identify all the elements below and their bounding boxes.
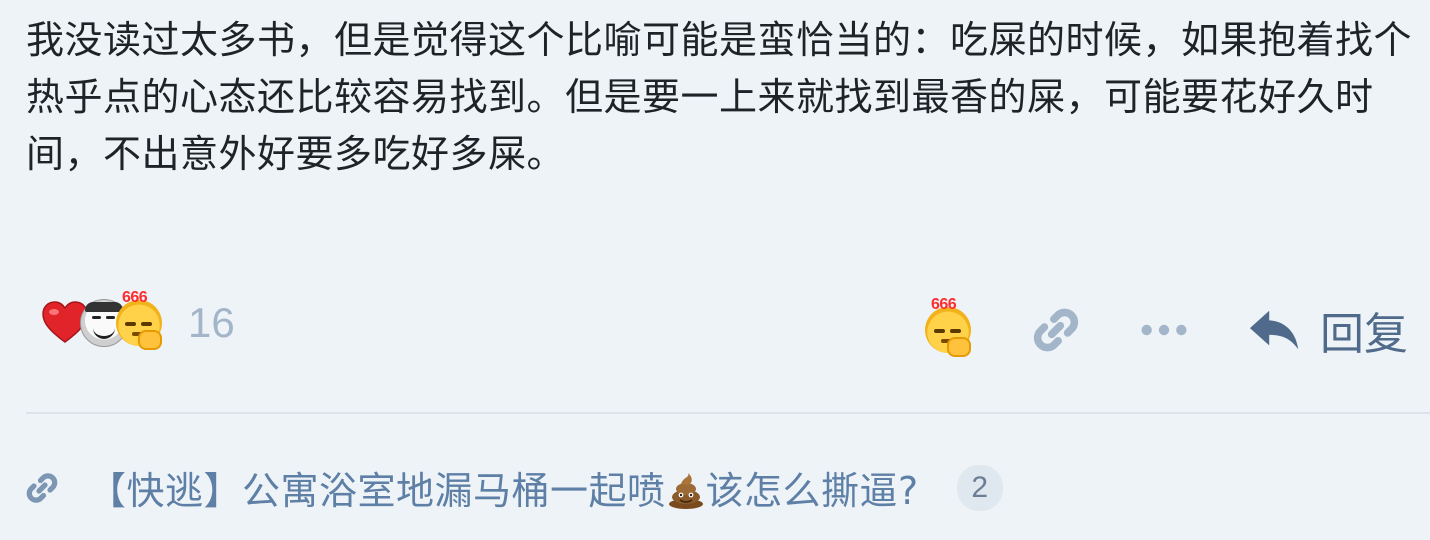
smug-666-reaction-icon: 666 xyxy=(116,289,162,350)
copy-link-button[interactable] xyxy=(1026,300,1086,360)
related-topic-title-start: 【快逃】公寓浴室地漏马桶一起喷 xyxy=(88,469,666,513)
post-text: 我没读过太多书，但是觉得这个比喻可能是蛮恰当的：吃屎的时候，如果抱着找个热乎点的… xyxy=(26,18,1413,176)
divider xyxy=(26,412,1430,414)
reactions-summary[interactable]: 666 16 xyxy=(40,289,235,350)
reply-button[interactable]: 回复 xyxy=(1248,298,1408,362)
reply-arrow-icon xyxy=(1249,310,1299,350)
link-icon xyxy=(1033,308,1079,352)
related-topic-count-badge: 2 xyxy=(956,464,1003,511)
smug-666-emoji-icon: 666 xyxy=(925,296,971,357)
ellipsis-icon xyxy=(1141,324,1187,336)
666-badge: 666 xyxy=(122,289,148,306)
more-options-button[interactable] xyxy=(1134,300,1194,360)
poop-emoji-icon xyxy=(666,470,706,510)
666-badge: 666 xyxy=(931,296,957,313)
link-icon xyxy=(26,472,58,503)
post-controls: 666 回复 xyxy=(918,296,1408,362)
related-topic-title: 【快逃】公寓浴室地漏马桶一起喷 该怎么撕逼? xyxy=(88,460,919,515)
reaction-count: 16 xyxy=(188,299,235,346)
react-button[interactable]: 666 xyxy=(918,296,978,360)
reply-label: 回复 xyxy=(1320,309,1408,360)
related-topic-link[interactable]: 【快逃】公寓浴室地漏马桶一起喷 该怎么撕逼? 2 xyxy=(24,460,1003,515)
related-topic-title-end: 该怎么撕逼? xyxy=(705,469,919,513)
post-body: 我没读过太多书，但是觉得这个比喻可能是蛮恰当的：吃屎的时候，如果抱着找个热乎点的… xyxy=(26,12,1416,183)
post-actions-row: 666 16 666 回复 xyxy=(0,289,1430,362)
